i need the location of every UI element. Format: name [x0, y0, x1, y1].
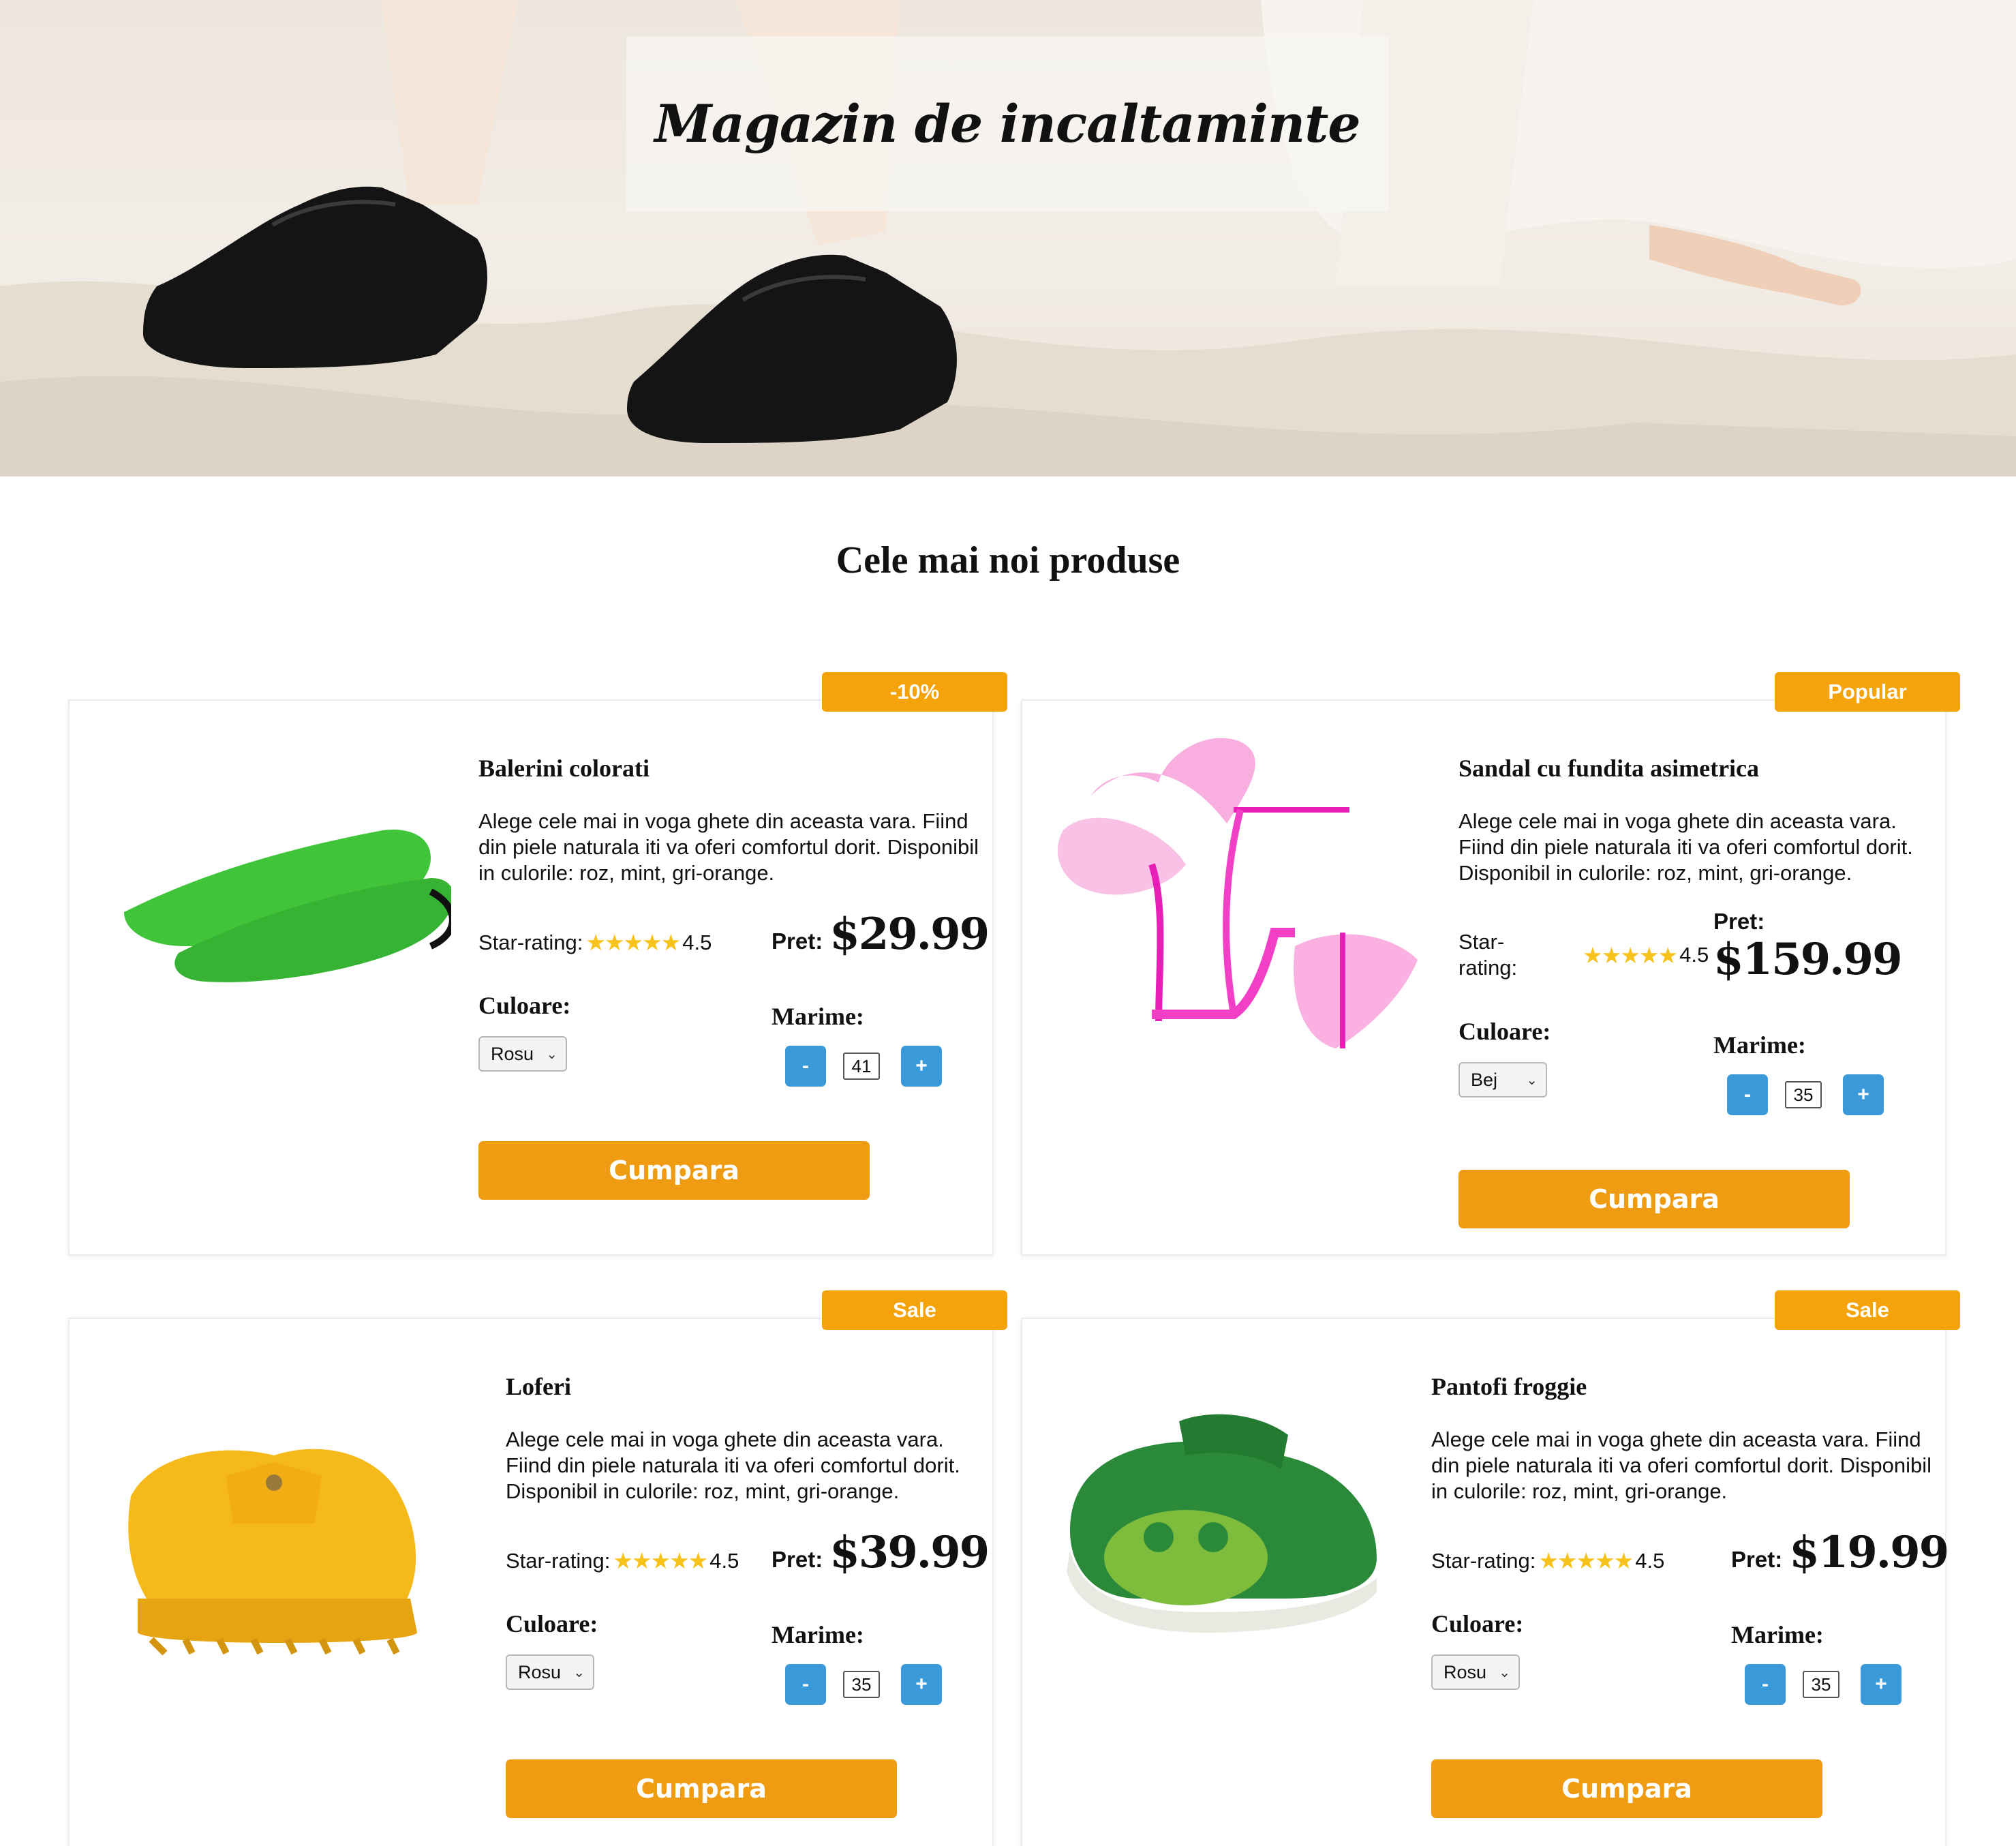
size-label: Marime: — [1731, 1621, 1824, 1648]
size-increase-button[interactable]: + — [1861, 1664, 1902, 1705]
product-card: Sandal cu fundita asimetrica Alege cele … — [1021, 699, 1946, 1256]
rating-label: Star-rating: — [1431, 1548, 1536, 1573]
hero-banner: Magazin de incaltaminte — [0, 0, 2016, 476]
product-badge: -10% — [822, 672, 1007, 712]
star-rating: Star-rating: ★★★★★ 4.5 — [478, 929, 712, 956]
price-label: Pret: — [1731, 1547, 1783, 1572]
product-badge: Sale — [822, 1290, 1007, 1330]
buy-button[interactable]: Cumpara — [1431, 1759, 1822, 1818]
product-description: Alege cele mai in voga ghete din aceasta… — [1431, 1427, 1932, 1503]
price: Pret: $39.99 — [772, 1527, 990, 1578]
color-select[interactable]: Rosu ⌄ — [506, 1654, 594, 1690]
star-rating: Star- rating: ★★★★★ 4.5 — [1458, 929, 1709, 981]
product-badge: Popular — [1775, 672, 1960, 712]
rating-label: Star-rating: — [478, 930, 583, 954]
price: Pret: $19.99 — [1731, 1527, 1949, 1578]
chevron-down-icon: ⌄ — [573, 1665, 585, 1680]
size-input[interactable]: 35 — [843, 1671, 880, 1698]
product-card: Balerini colorati Alege cele mai in voga… — [68, 699, 994, 1256]
stars-icon: ★★★★★ — [585, 930, 681, 955]
product-title: Sandal cu fundita asimetrica — [1458, 755, 1760, 782]
hero-title-box: Magazin de incaltaminte — [626, 36, 1388, 211]
price-label: Pret: — [772, 1547, 823, 1572]
chevron-down-icon: ⌄ — [1526, 1073, 1538, 1088]
size-decrease-button[interactable]: - — [785, 1664, 826, 1705]
rating-value: 4.5 — [1635, 1548, 1665, 1573]
color-select-value: Bej — [1471, 1069, 1498, 1090]
size-decrease-button[interactable]: - — [785, 1046, 826, 1087]
chevron-down-icon: ⌄ — [1499, 1665, 1510, 1680]
chevron-down-icon: ⌄ — [546, 1047, 558, 1062]
size-increase-button[interactable]: + — [901, 1664, 942, 1705]
size-input[interactable]: 41 — [843, 1053, 880, 1080]
color-select[interactable]: Rosu ⌄ — [478, 1036, 567, 1072]
size-label: Marime: — [1713, 1031, 1806, 1059]
rating-label-cont: rating: — [1458, 956, 1518, 980]
rating-label: Star- — [1458, 930, 1505, 954]
product-title: Pantofi froggie — [1431, 1373, 1587, 1400]
size-increase-button[interactable]: + — [901, 1046, 942, 1087]
color-select-value: Rosu — [491, 1043, 534, 1064]
buy-button[interactable]: Cumpara — [506, 1759, 897, 1818]
hero-title: Magazin de incaltaminte — [654, 93, 1360, 154]
price-value: $159.99 — [1713, 934, 1902, 985]
price: Pret: $29.99 — [772, 909, 990, 960]
rating-value: 4.5 — [709, 1548, 739, 1573]
product-badge: Sale — [1775, 1290, 1960, 1330]
color-label: Culoare: — [1431, 1610, 1524, 1637]
color-select[interactable]: Rosu ⌄ — [1431, 1654, 1520, 1690]
stars-icon: ★★★★★ — [1583, 942, 1678, 968]
section-title: Cele mai noi produse — [836, 539, 1180, 581]
color-label: Culoare: — [1458, 1018, 1551, 1045]
size-label: Marime: — [772, 1003, 864, 1030]
rating-value: 4.5 — [682, 930, 712, 954]
color-select-value: Rosu — [1444, 1661, 1487, 1682]
product-image — [1057, 738, 1418, 1048]
product-image — [124, 830, 451, 982]
size-input[interactable]: 35 — [1785, 1081, 1822, 1108]
stars-icon: ★★★★★ — [1538, 1548, 1634, 1573]
price-value: $19.99 — [1789, 1527, 1949, 1578]
price-value: $29.99 — [829, 909, 990, 960]
product-image — [1067, 1414, 1377, 1633]
size-label: Marime: — [772, 1621, 864, 1648]
size-increase-button[interactable]: + — [1843, 1074, 1884, 1115]
product-card: Loferi Alege cele mai in voga ghete din … — [68, 1318, 994, 1846]
product-card: Pantofi froggie Alege cele mai in voga g… — [1021, 1318, 1949, 1846]
size-decrease-button[interactable]: - — [1727, 1074, 1768, 1115]
product-description: Alege cele mai in voga ghete din aceasta… — [1458, 809, 1913, 885]
color-label: Culoare: — [478, 992, 571, 1019]
price-label: Pret: — [1713, 909, 1765, 934]
color-select[interactable]: Bej ⌄ — [1458, 1062, 1547, 1098]
buy-button[interactable]: Cumpara — [1458, 1170, 1850, 1228]
product-title: Loferi — [506, 1373, 571, 1400]
price-value: $39.99 — [829, 1527, 990, 1578]
buy-button[interactable]: Cumpara — [478, 1141, 870, 1200]
size-decrease-button[interactable]: - — [1745, 1664, 1786, 1705]
star-rating: Star-rating: ★★★★★ 4.5 — [506, 1547, 739, 1574]
rating-value: 4.5 — [1679, 943, 1709, 967]
product-title: Balerini colorati — [478, 755, 650, 782]
color-select-value: Rosu — [518, 1661, 562, 1682]
product-image — [128, 1449, 417, 1656]
stars-icon: ★★★★★ — [613, 1548, 708, 1573]
rating-label: Star-rating: — [506, 1548, 611, 1573]
size-input[interactable]: 35 — [1803, 1671, 1839, 1698]
star-rating: Star-rating: ★★★★★ 4.5 — [1431, 1547, 1664, 1574]
price-label: Pret: — [772, 928, 823, 954]
product-description: Alege cele mai in voga ghete din aceasta… — [506, 1427, 960, 1503]
color-label: Culoare: — [506, 1610, 598, 1637]
product-description: Alege cele mai in voga ghete din aceasta… — [478, 809, 979, 885]
